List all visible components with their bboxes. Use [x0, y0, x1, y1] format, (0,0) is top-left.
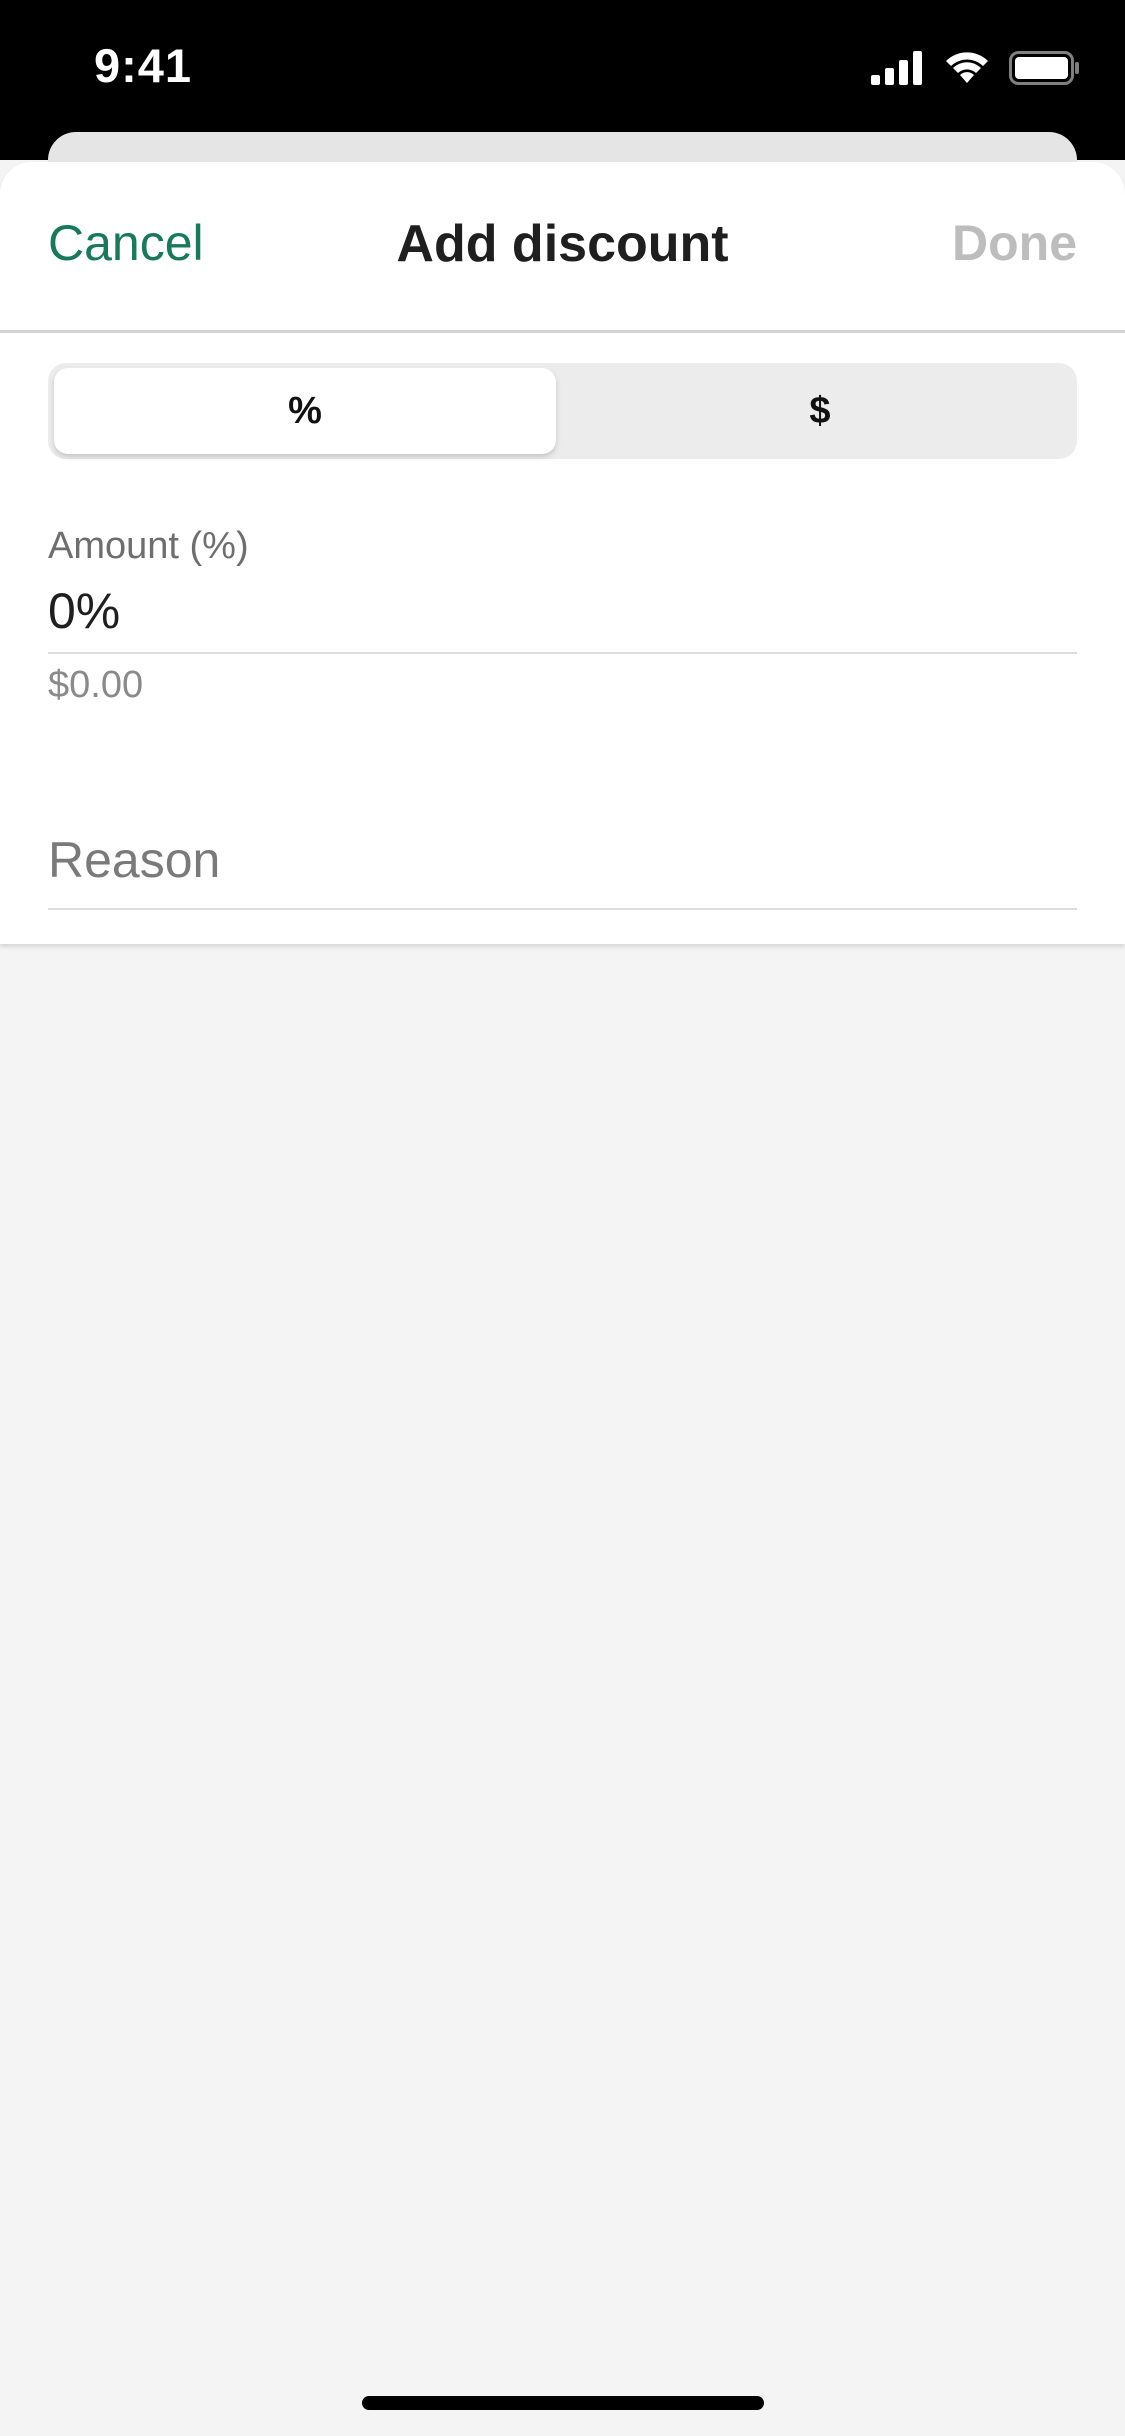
battery-icon	[1009, 51, 1081, 90]
amount-input[interactable]: 0%	[48, 582, 120, 640]
amount-converted-value: $0.00	[48, 664, 144, 706]
done-button[interactable]: Done	[952, 214, 1077, 272]
cellular-signal-icon	[871, 51, 925, 90]
amount-divider	[48, 652, 1077, 654]
amount-label: Amount (%)	[48, 525, 249, 567]
cancel-button[interactable]: Cancel	[48, 214, 204, 272]
segment-percent[interactable]: %	[54, 368, 556, 454]
sheet-header: Cancel Add discount Done	[0, 162, 1125, 333]
status-icons	[871, 50, 1081, 91]
wifi-icon	[943, 50, 991, 91]
discount-type-segmented-control: % $	[48, 363, 1077, 459]
reason-input[interactable]	[48, 822, 1077, 898]
reason-divider	[48, 908, 1077, 910]
status-time: 9:41	[94, 39, 193, 92]
segment-dollar[interactable]: $	[569, 368, 1071, 454]
home-indicator	[362, 2396, 764, 2410]
add-discount-sheet: Cancel Add discount Done % $ Amount (%) …	[0, 162, 1125, 944]
